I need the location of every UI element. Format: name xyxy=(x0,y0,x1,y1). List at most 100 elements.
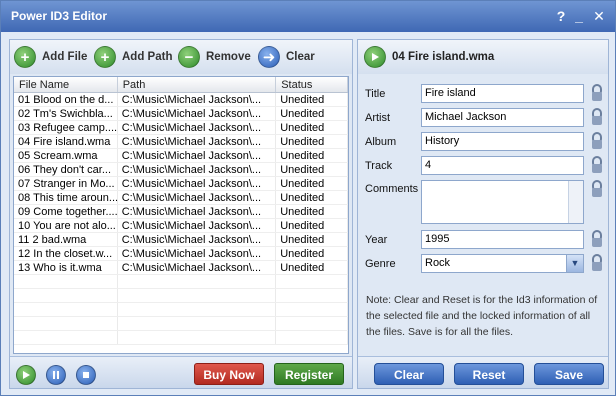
reset-button[interactable]: Reset xyxy=(454,363,524,385)
table-row[interactable]: 05 Scream.wma C:\Music\Michael Jackson\..… xyxy=(14,149,348,163)
lock-icon[interactable] xyxy=(591,180,603,198)
album-field[interactable]: History xyxy=(421,132,584,151)
artist-field[interactable]: Michael Jackson xyxy=(421,108,584,127)
play-button[interactable] xyxy=(16,365,36,385)
table-row[interactable]: 03 Refugee camp.... C:\Music\Michael Jack… xyxy=(14,121,348,135)
status-cell: Unedited xyxy=(276,163,348,176)
status-cell: Unedited xyxy=(276,93,348,106)
register-button[interactable]: Register xyxy=(274,363,344,385)
empty-cell xyxy=(118,331,277,344)
path-cell: C:\Music\Michael Jackson\... xyxy=(118,177,277,190)
empty-cell xyxy=(118,275,277,288)
table-row[interactable]: 01 Blood on the d... C:\Music\Michael Jac… xyxy=(14,93,348,107)
path-cell: C:\Music\Michael Jackson\... xyxy=(118,261,277,274)
close-button[interactable]: ✕ xyxy=(591,7,607,25)
empty-cell xyxy=(14,331,118,344)
file-name-cell: 10 You are not alo... xyxy=(14,219,118,232)
empty-row xyxy=(14,275,348,289)
table-row[interactable]: 09 Come together.... C:\Music\Michael Jac… xyxy=(14,205,348,219)
table-row[interactable]: 12 In the closet.w... C:\Music\Michael Ja… xyxy=(14,247,348,261)
empty-cell xyxy=(118,289,277,302)
empty-cell xyxy=(118,317,277,330)
comments-field[interactable] xyxy=(421,180,584,224)
title-field[interactable]: Fire island xyxy=(421,84,584,103)
album-label: Album xyxy=(365,136,397,148)
empty-row xyxy=(14,303,348,317)
clear-tags-button[interactable]: Clear xyxy=(374,363,444,385)
status-cell: Unedited xyxy=(276,261,348,274)
stop-icon xyxy=(83,372,89,378)
column-header-status[interactable]: Status xyxy=(276,77,348,92)
chevron-down-icon[interactable]: ▼ xyxy=(566,255,583,272)
lock-icon[interactable] xyxy=(591,108,603,126)
status-cell: Unedited xyxy=(276,121,348,134)
lock-icon[interactable] xyxy=(591,84,603,102)
minimize-button[interactable]: _ xyxy=(571,7,587,25)
pause-icon xyxy=(53,371,59,379)
table-row[interactable]: 06 They don't car... C:\Music\Michael Jac… xyxy=(14,163,348,177)
clear-list-button[interactable]: ➜ Clear xyxy=(258,45,315,69)
empty-cell xyxy=(276,303,348,316)
track-label: Track xyxy=(365,160,393,172)
add-folder-icon: + xyxy=(94,46,116,68)
arrow-right-icon: ➜ xyxy=(258,46,280,68)
pause-button[interactable] xyxy=(46,365,66,385)
play-file-icon[interactable] xyxy=(364,46,386,68)
empty-cell xyxy=(14,303,118,316)
empty-cell xyxy=(14,317,118,330)
remove-button[interactable]: − Remove xyxy=(178,45,251,69)
table-row[interactable]: 07 Stranger in Mo... C:\Music\Michael Jac… xyxy=(14,177,348,191)
status-cell: Unedited xyxy=(276,149,348,162)
clear-list-label: Clear xyxy=(286,51,315,63)
status-cell: Unedited xyxy=(276,219,348,232)
genre-select[interactable]: Rock xyxy=(421,254,584,273)
path-cell: C:\Music\Michael Jackson\... xyxy=(118,93,277,106)
path-cell: C:\Music\Michael Jackson\... xyxy=(118,191,277,204)
empty-cell xyxy=(276,317,348,330)
add-path-button[interactable]: + Add Path xyxy=(94,45,172,69)
file-table[interactable]: File Name Path Status 01 Blood on the d.… xyxy=(13,76,349,354)
stop-button[interactable] xyxy=(76,365,96,385)
table-row[interactable]: 11 2 bad.wma C:\Music\Michael Jackson\...… xyxy=(14,233,348,247)
buy-now-button[interactable]: Buy Now xyxy=(194,363,264,385)
year-field[interactable]: 1995 xyxy=(421,230,584,249)
table-row[interactable]: 13 Who is it.wma C:\Music\Michael Jackson… xyxy=(14,261,348,275)
title-bar[interactable]: Power ID3 Editor ? _ ✕ xyxy=(1,1,615,32)
table-row[interactable]: 08 This time aroun... C:\Music\Michael Ja… xyxy=(14,191,348,205)
empty-cell xyxy=(118,303,277,316)
title-label: Title xyxy=(365,88,386,100)
save-button[interactable]: Save xyxy=(534,363,604,385)
genre-label: Genre xyxy=(365,258,396,270)
file-name-cell: 12 In the closet.w... xyxy=(14,247,118,260)
empty-cell xyxy=(14,289,118,302)
lock-icon[interactable] xyxy=(591,156,603,174)
help-button[interactable]: ? xyxy=(553,7,569,25)
file-name-cell: 03 Refugee camp.... xyxy=(14,121,118,134)
file-name-cell: 04 Fire island.wma xyxy=(14,135,118,148)
window-title: Power ID3 Editor xyxy=(11,9,108,23)
artist-label: Artist xyxy=(365,112,391,124)
path-cell: C:\Music\Michael Jackson\... xyxy=(118,135,277,148)
play-icon xyxy=(23,371,30,379)
add-file-button[interactable]: + Add File xyxy=(14,45,87,69)
table-row[interactable]: 04 Fire island.wma C:\Music\Michael Jacks… xyxy=(14,135,348,149)
column-header-path[interactable]: Path xyxy=(118,77,277,92)
file-toolbar: + Add File + Add Path − Remove ➜ Clear xyxy=(10,40,352,74)
lock-icon[interactable] xyxy=(591,230,603,248)
lock-icon[interactable] xyxy=(591,254,603,272)
path-cell: C:\Music\Michael Jackson\... xyxy=(118,247,277,260)
path-cell: C:\Music\Michael Jackson\... xyxy=(118,121,277,134)
file-list-panel: + Add File + Add Path − Remove ➜ Clear F… xyxy=(9,39,353,389)
year-label: Year xyxy=(365,234,388,246)
comments-scrollbar[interactable] xyxy=(568,181,583,223)
add-file-label: Add File xyxy=(42,51,88,63)
table-row[interactable]: 10 You are not alo... C:\Music\Michael Ja… xyxy=(14,219,348,233)
status-cell: Unedited xyxy=(276,177,348,190)
column-header-file-name[interactable]: File Name xyxy=(14,77,118,92)
path-cell: C:\Music\Michael Jackson\... xyxy=(118,107,277,120)
track-field[interactable]: 4 xyxy=(421,156,584,175)
file-name-cell: 02 Tm's Swichbla... xyxy=(14,107,118,120)
editor-header: 04 Fire island.wma xyxy=(358,40,608,74)
table-row[interactable]: 02 Tm's Swichbla... C:\Music\Michael Jack… xyxy=(14,107,348,121)
lock-icon[interactable] xyxy=(591,132,603,150)
